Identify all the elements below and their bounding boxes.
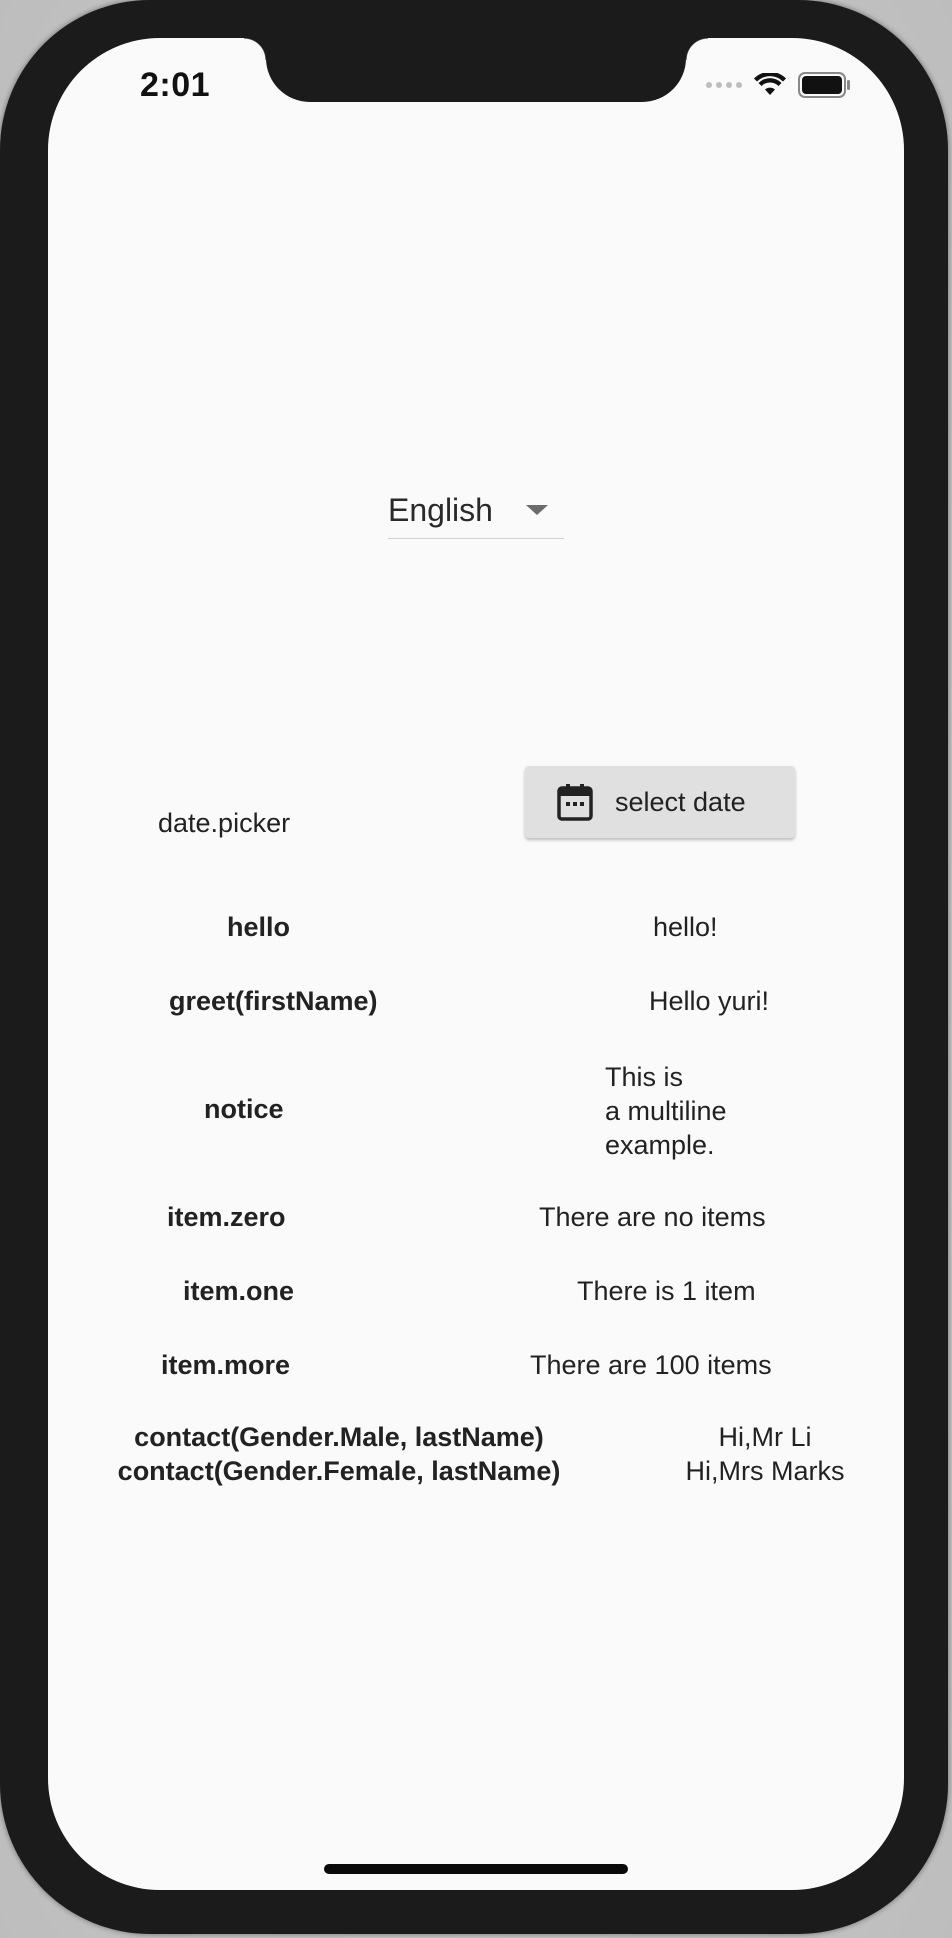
hello-key: hello [227,912,291,942]
notice-value-line: a multiline [605,1096,727,1126]
status-time: 2:01 [140,66,211,104]
contact-key-line: contact(Gender.Male, lastName) [134,1422,544,1452]
wifi-icon [754,73,786,95]
calendar-icon [557,784,593,821]
select-date-button[interactable]: select date [525,766,795,838]
status-icons [706,72,852,98]
greet-key: greet(firstName) [169,986,378,1016]
item-zero-key: item.zero [167,1202,286,1232]
hello-value: hello! [653,912,718,942]
language-dropdown[interactable]: English [388,482,564,539]
contact-key-line: contact(Gender.Female, lastName) [117,1456,561,1486]
greet-value: Hello yuri! [649,986,770,1016]
select-date-button-label: select date [615,786,746,817]
item-zero-value: There are no items [539,1202,766,1232]
silent-switch [0,228,2,296]
app-screen: 2:01 English date.picker select date hel… [48,38,904,1890]
contact-value-line: Hi,Mr Li [718,1422,812,1452]
signal-icon [706,82,742,88]
phone-frame: 2:01 English date.picker select date hel… [0,0,948,1934]
caret-down-icon [526,505,548,515]
notice-value: This is a multiline example. [605,1060,727,1162]
volume-down-button [0,492,2,614]
item-more-value: There are 100 items [530,1350,772,1380]
contact-value: Hi,Mr Li Hi,Mrs Marks [672,1420,858,1488]
notice-value-line: example. [605,1130,715,1160]
contact-key: contact(Gender.Male, lastName) contact(G… [90,1420,588,1488]
battery-icon [798,72,850,98]
notice-value-line: This is [605,1062,684,1092]
home-indicator[interactable] [324,1864,628,1874]
notice-key: notice [204,1094,284,1124]
device-notch [244,38,708,102]
contact-value-line: Hi,Mrs Marks [685,1456,845,1486]
volume-up-button [0,356,2,478]
device-frame-background: 2:01 English date.picker select date hel… [0,0,952,1938]
item-one-key: item.one [183,1276,295,1306]
date-picker-label: date.picker [158,808,291,838]
language-dropdown-value: English [388,491,493,528]
item-one-value: There is 1 item [577,1276,756,1306]
item-more-key: item.more [161,1350,291,1380]
